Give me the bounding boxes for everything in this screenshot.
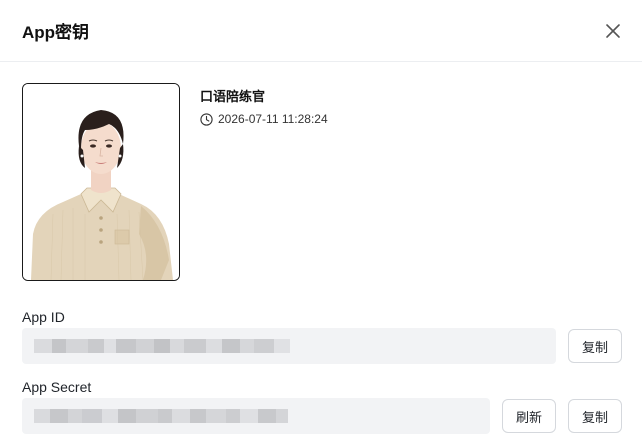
app-secret-field <box>22 398 490 434</box>
avatar <box>23 84 179 280</box>
app-id-masked-value <box>34 339 290 353</box>
app-secret-label: App Secret <box>22 379 92 395</box>
app-key-dialog: App密钥 口语陪练官 2026-07-11 11:28:24 App ID 复… <box>0 0 642 448</box>
copy-app-id-button[interactable]: 复制 <box>568 329 622 363</box>
created-timestamp-text: 2026-07-11 11:28:24 <box>218 112 328 126</box>
dialog-title: App密钥 <box>22 23 90 42</box>
created-timestamp: 2026-07-11 11:28:24 <box>200 112 328 126</box>
agent-avatar-card <box>22 83 180 281</box>
dialog-header: App密钥 <box>0 0 642 62</box>
agent-name: 口语陪练官 <box>200 89 266 104</box>
copy-app-secret-button[interactable]: 复制 <box>568 399 622 433</box>
app-id-label: App ID <box>22 309 65 325</box>
close-button[interactable] <box>602 20 624 42</box>
app-id-field <box>22 328 556 364</box>
clock-icon <box>200 112 213 126</box>
app-secret-masked-value <box>34 409 288 423</box>
refresh-app-secret-button[interactable]: 刷新 <box>502 399 556 433</box>
close-icon <box>602 20 624 42</box>
